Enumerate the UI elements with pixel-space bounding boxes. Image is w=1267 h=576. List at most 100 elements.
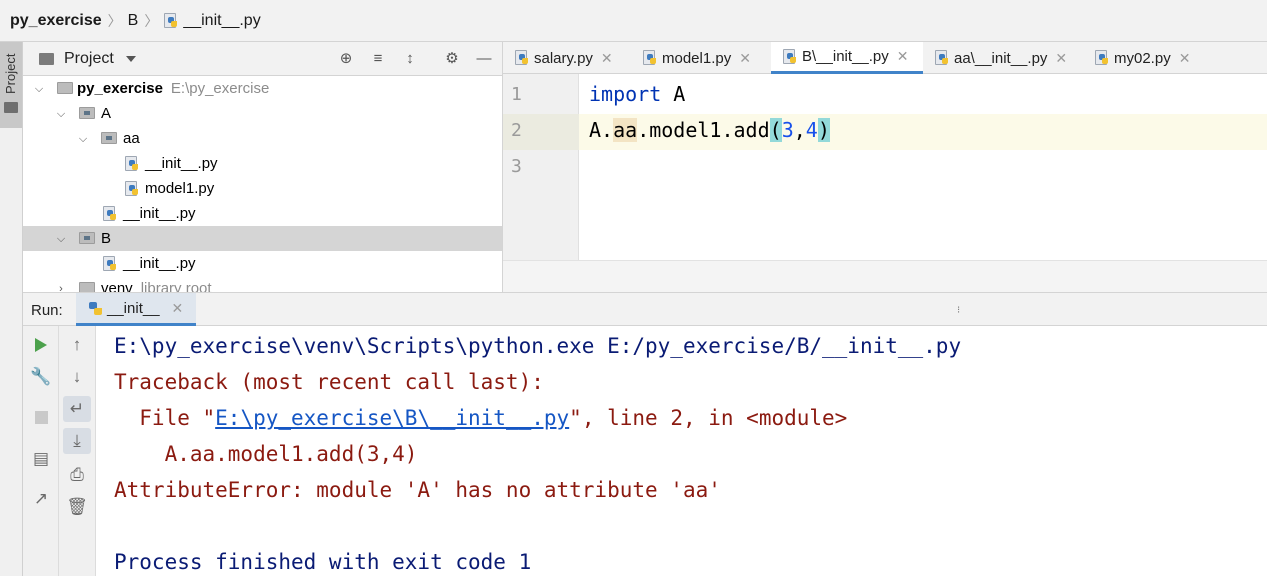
line-number: 3 xyxy=(511,156,522,177)
run-tab-label: __init__ xyxy=(107,299,160,317)
folder-icon xyxy=(57,82,73,94)
chevron-down-icon[interactable]: ⌵ xyxy=(77,133,89,145)
console-error-message: AttributeError: module 'A' has no attrib… xyxy=(114,478,721,502)
line-number: 2 xyxy=(511,120,522,141)
tree-item-label: venv library root xyxy=(101,280,212,292)
tree-item-label: __init__.py xyxy=(145,155,218,172)
python-run-icon xyxy=(88,300,102,316)
run-tab-init[interactable]: __init__ ✕ xyxy=(76,293,196,326)
tab-label: aa\__init__.py xyxy=(954,49,1048,67)
close-icon[interactable]: ✕ xyxy=(739,50,751,67)
project-panel-header: Project ⊕ ≡ ↕ ⚙ — xyxy=(23,42,502,76)
tree-item-file[interactable]: model1.py xyxy=(23,176,502,201)
project-tool-window-tab[interactable]: Project xyxy=(0,42,22,128)
layout-icon: ▤ xyxy=(32,449,50,468)
code-paren-match: ( xyxy=(769,118,782,142)
tree-item-package-aa[interactable]: ⌵ aa xyxy=(23,126,502,151)
scroll-down-button[interactable]: ↓ xyxy=(59,364,95,390)
tree-item-venv[interactable]: › venv library root xyxy=(23,276,502,293)
layout-button[interactable]: ▤ xyxy=(23,446,59,472)
close-icon[interactable]: ✕ xyxy=(172,300,184,317)
tree-item-label: py_exercise E:\py_exercise xyxy=(77,80,270,97)
edit-configuration-button[interactable]: 🔧 xyxy=(23,364,59,390)
python-file-icon xyxy=(125,156,139,172)
drag-handle-icon[interactable]: ⁝ xyxy=(957,305,960,316)
tree-item-label: A xyxy=(101,105,112,122)
python-file-icon xyxy=(125,181,139,197)
tab-my02-py[interactable]: my02.py ✕ xyxy=(1083,42,1207,74)
chevron-down-icon[interactable]: ⌵ xyxy=(55,233,67,245)
play-icon xyxy=(35,338,47,352)
project-tool-window-label: Project xyxy=(3,53,18,94)
tab-label: my02.py xyxy=(1114,49,1171,67)
python-file-icon xyxy=(1095,50,1109,66)
close-icon[interactable]: ✕ xyxy=(601,50,613,67)
python-file-icon xyxy=(103,256,117,272)
python-file-icon xyxy=(515,50,529,66)
code-number: 3 xyxy=(781,118,794,142)
scroll-to-end-button[interactable]: ⤓ xyxy=(63,428,91,454)
breadcrumb: py_exercise 〉 B 〉 __init__.py xyxy=(0,0,1267,42)
editor-tab-bar: salary.py ✕ model1.py ✕ B\__init__.py ✕ … xyxy=(503,42,1267,74)
tree-item-label: __init__.py xyxy=(123,205,196,222)
tab-aa-init-py[interactable]: aa\__init__.py ✕ xyxy=(923,42,1081,74)
stop-icon xyxy=(34,410,48,424)
console-traceback-code: A.aa.model1.add(3,4) xyxy=(114,442,418,466)
clear-all-button[interactable]: 🗑 xyxy=(59,494,95,520)
stop-button[interactable] xyxy=(23,404,59,430)
locate-icon[interactable]: ⊕ xyxy=(337,50,355,68)
folder-icon xyxy=(4,102,18,113)
soft-wrap-icon: ↵ xyxy=(69,399,85,418)
tree-item-package-b[interactable]: ⌵ B xyxy=(23,226,502,251)
tree-item-py-exercise[interactable]: ⌵ py_exercise E:\py_exercise xyxy=(23,76,502,101)
chevron-right-icon[interactable]: › xyxy=(55,283,67,293)
chevron-down-icon[interactable] xyxy=(125,55,136,62)
tree-item-file[interactable]: __init__.py xyxy=(23,151,502,176)
breadcrumb-file[interactable]: __init__.py xyxy=(164,12,261,30)
tab-salary-py[interactable]: salary.py ✕ xyxy=(503,42,627,74)
console-exit-message: Process finished with exit code 1 xyxy=(114,550,532,574)
breadcrumb-folder[interactable]: B xyxy=(128,12,139,30)
scroll-to-end-icon: ⤓ xyxy=(73,431,81,450)
console-traceback-header: Traceback (most recent call last): xyxy=(114,370,544,394)
expand-all-icon[interactable]: ≡ xyxy=(369,50,387,68)
python-file-icon xyxy=(643,50,657,66)
code-line-2[interactable]: A.aa.model1.add(3,4) xyxy=(589,118,830,142)
close-icon[interactable]: ✕ xyxy=(1055,50,1067,67)
left-tool-strip: Project xyxy=(0,42,23,576)
arrow-up-icon: ↑ xyxy=(72,335,82,354)
soft-wrap-button[interactable]: ↵ xyxy=(63,396,91,422)
project-panel-title[interactable]: Project xyxy=(64,50,114,68)
tree-item-label: B xyxy=(101,230,112,247)
scroll-up-button[interactable]: ↑ xyxy=(59,332,95,358)
run-label: Run: xyxy=(31,302,63,319)
pin-tab-button[interactable]: ↗ xyxy=(23,486,59,512)
chevron-down-icon[interactable]: ⌵ xyxy=(55,108,67,120)
tree-item-file[interactable]: __init__.py xyxy=(23,201,502,226)
breadcrumb-project[interactable]: py_exercise xyxy=(10,12,102,30)
tree-item-package-a[interactable]: ⌵ A xyxy=(23,101,502,126)
chevron-down-icon[interactable]: ⌵ xyxy=(33,83,45,95)
editor-bottom-area xyxy=(503,260,1267,292)
project-panel: Project ⊕ ≡ ↕ ⚙ — ⌵ py_exercise E:\py_exe… xyxy=(23,42,503,292)
tree-item-file[interactable]: __init__.py xyxy=(23,251,502,276)
close-icon[interactable]: ✕ xyxy=(897,48,909,65)
hide-icon[interactable]: — xyxy=(475,50,493,68)
tab-b-init-py[interactable]: B\__init__.py ✕ xyxy=(771,42,923,74)
close-icon[interactable]: ✕ xyxy=(1179,50,1191,67)
tab-model1-py[interactable]: model1.py ✕ xyxy=(631,42,771,74)
print-button[interactable]: ⎙ xyxy=(59,462,95,488)
print-icon: ⎙ xyxy=(70,465,84,484)
breadcrumb-separator-icon: 〉 xyxy=(144,12,159,29)
package-icon xyxy=(79,107,95,119)
collapse-all-icon[interactable]: ↕ xyxy=(401,50,419,68)
trash-icon: 🗑 xyxy=(66,497,88,516)
rerun-button[interactable] xyxy=(23,332,59,358)
gear-icon[interactable]: ⚙ xyxy=(443,50,461,68)
python-file-icon xyxy=(103,206,117,222)
code-highlight-aa: aa xyxy=(613,118,638,142)
tab-label: salary.py xyxy=(534,49,593,67)
code-line-1[interactable]: import A xyxy=(589,82,685,106)
console-file-link[interactable]: E:\py_exercise\B\__init__.py xyxy=(215,406,569,430)
run-console[interactable]: E:\py_exercise\venv\Scripts\python.exe E… xyxy=(96,326,1267,576)
